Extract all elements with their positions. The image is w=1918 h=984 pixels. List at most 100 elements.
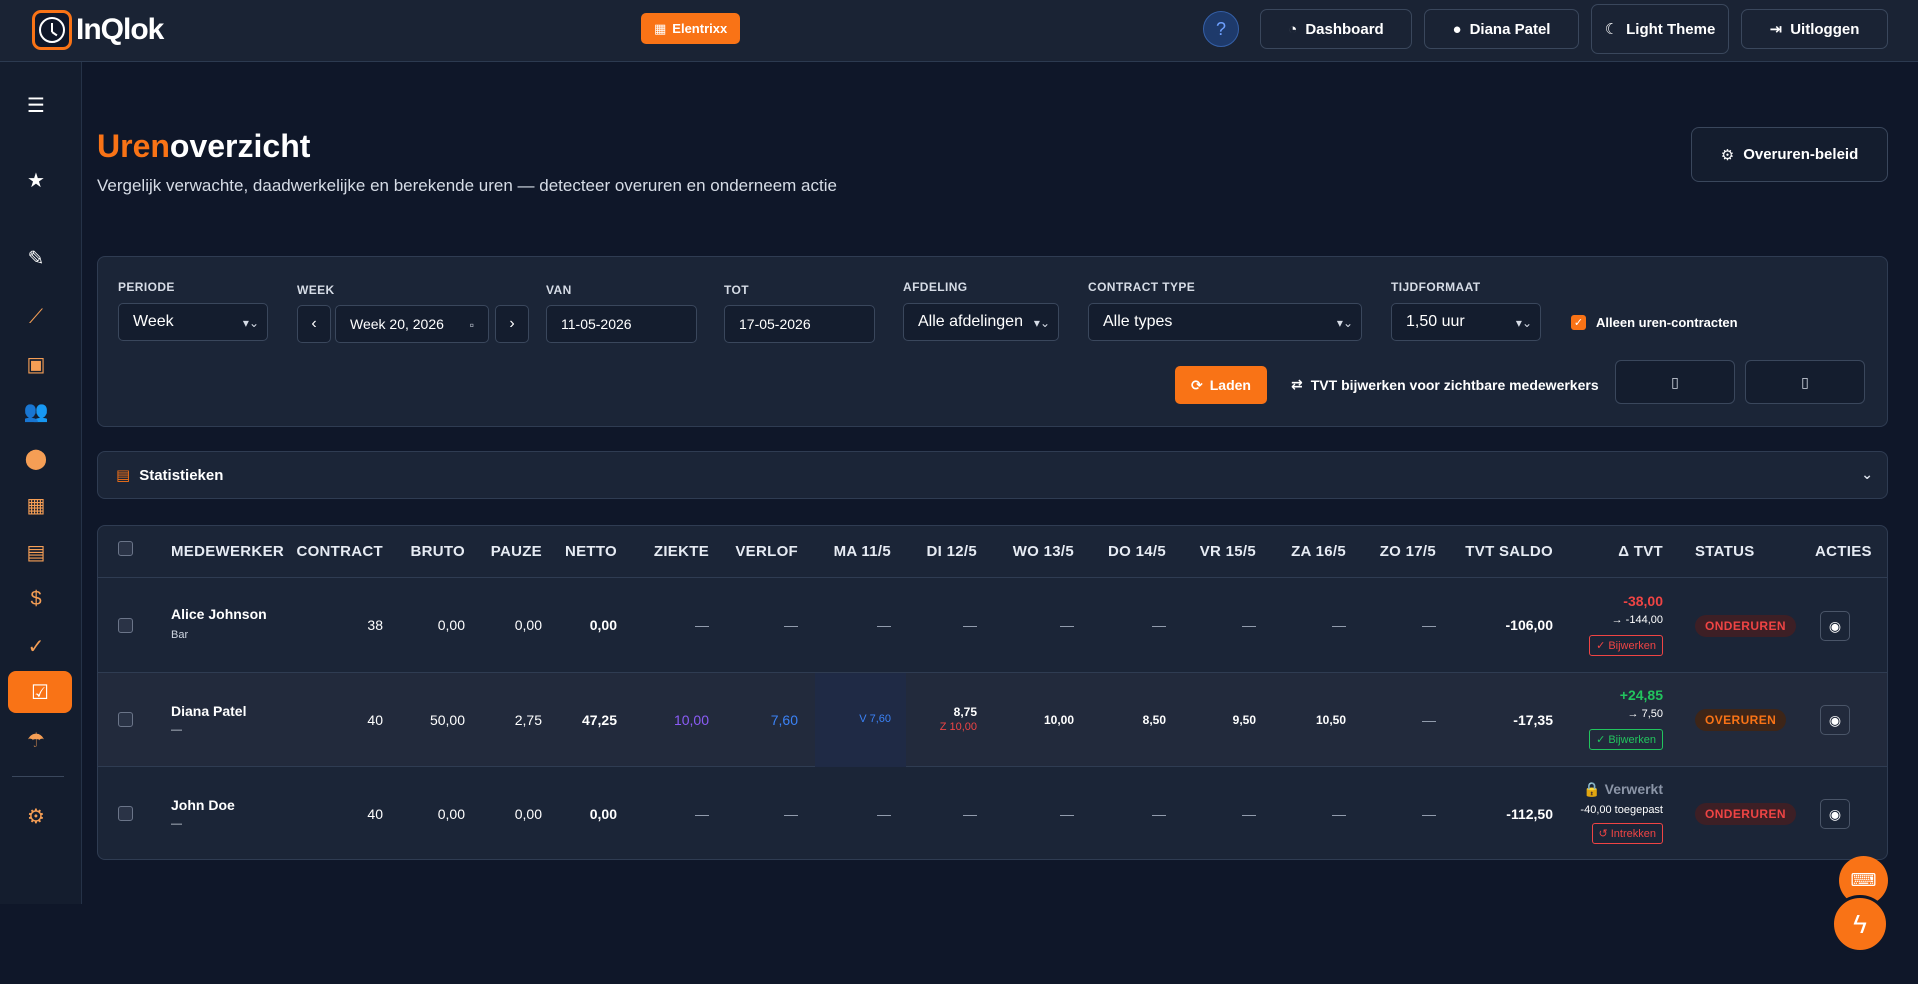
- th-contract[interactable]: CONTRACT: [296, 543, 383, 560]
- view-button[interactable]: ◉: [1820, 799, 1850, 829]
- export-csv-button[interactable]: ▯: [1615, 360, 1735, 404]
- revoke-button[interactable]: ↺ Intrekken: [1591, 823, 1663, 844]
- th-ziekte[interactable]: ZIEKTE: [654, 543, 709, 560]
- page-title: Urenoverzicht: [97, 128, 310, 165]
- th-di[interactable]: DI 12/5: [927, 543, 977, 560]
- row-checkbox[interactable]: [118, 618, 133, 633]
- cell-vr: —: [1242, 617, 1256, 633]
- cell-ziekte: —: [695, 806, 709, 822]
- week-input[interactable]: Week 20, 2026 ▫: [335, 305, 489, 343]
- check-double-icon[interactable]: ✓: [0, 626, 72, 666]
- clipboard-check-icon[interactable]: ☑: [8, 671, 72, 713]
- th-netto[interactable]: NETTO: [565, 543, 617, 560]
- keyboard-icon: ⌨: [1850, 870, 1877, 890]
- update-tvt-button[interactable]: ✓ Bijwerken: [1589, 635, 1663, 656]
- th-tvt-saldo[interactable]: TVT SALDO: [1465, 543, 1553, 560]
- export-pdf-button[interactable]: ▯: [1745, 360, 1865, 404]
- tvt-update-button[interactable]: ⇄ TVT bijwerken voor zichtbare medewerker…: [1291, 376, 1599, 393]
- cell-netto: 0,00: [589, 617, 617, 633]
- filter-panel: PERIODE Week ▾⌄ WEEK ‹ Week 20, 2026 ▫ › V…: [97, 256, 1888, 427]
- load-label: Laden: [1209, 377, 1251, 393]
- user-button[interactable]: ● Diana Patel: [1424, 9, 1579, 49]
- cell-verlof: 7,60: [770, 712, 798, 728]
- th-verlof[interactable]: VERLOF: [735, 543, 798, 560]
- tijdformaat-select[interactable]: 1,50 uur ▾⌄: [1391, 303, 1541, 341]
- users-icon[interactable]: 👥: [0, 391, 72, 431]
- th-acties[interactable]: ACTIES: [1815, 543, 1872, 560]
- gear-icon[interactable]: ⚙: [0, 796, 72, 836]
- star-icon[interactable]: ★: [0, 160, 72, 200]
- chart-line-icon[interactable]: ⟋: [0, 297, 72, 337]
- view-button[interactable]: ◉: [1820, 705, 1850, 735]
- calendar-icon[interactable]: ▦: [0, 485, 72, 525]
- moon-icon: ☾: [1604, 21, 1619, 38]
- th-bruto[interactable]: BRUTO: [410, 543, 465, 560]
- employee-name[interactable]: Diana Patel: [171, 703, 246, 719]
- next-week-button[interactable]: ›: [495, 305, 529, 343]
- prev-week-button[interactable]: ‹: [297, 305, 331, 343]
- building-icon: ▦: [654, 20, 667, 36]
- van-date-input[interactable]: 11-05-2026: [546, 305, 697, 343]
- only-hours-checkbox[interactable]: ✓: [1571, 315, 1586, 330]
- qr-icon[interactable]: ▣: [0, 344, 72, 384]
- contract-type-select[interactable]: Alle types ▾⌄: [1088, 303, 1362, 341]
- chevron-down-icon: ⌄: [1861, 466, 1873, 482]
- update-tvt-button[interactable]: ✓ Bijwerken: [1589, 729, 1663, 750]
- cell-zo: —: [1422, 806, 1436, 822]
- load-button[interactable]: ⟳ Laden: [1175, 366, 1267, 404]
- cell-tvt-saldo: -112,50: [1506, 806, 1553, 822]
- stats-collapsible[interactable]: ▤ Statistieken ⌄: [97, 451, 1888, 499]
- week-value: Week 20, 2026: [350, 316, 444, 332]
- cell-di: 8,75: [953, 705, 977, 719]
- cell-pauze: 0,00: [514, 806, 542, 822]
- chevron-down-icon: ▾⌄: [1033, 316, 1050, 330]
- tenant-badge[interactable]: ▦ Elentrixx: [641, 13, 741, 44]
- tot-date-input[interactable]: 17-05-2026: [724, 305, 875, 343]
- location-icon[interactable]: ⬤: [0, 438, 72, 478]
- logout-button[interactable]: ⇥ Uitloggen: [1741, 9, 1888, 49]
- th-za[interactable]: ZA 16/5: [1291, 543, 1346, 560]
- th-ma[interactable]: MA 11/5: [834, 543, 891, 560]
- cell-wo: 10,00: [1043, 713, 1074, 727]
- cell-pauze: 2,75: [514, 712, 542, 728]
- row-checkbox[interactable]: [118, 712, 133, 727]
- dashboard-button[interactable]: ◔ Dashboard: [1260, 9, 1412, 49]
- status-badge: OVERUREN: [1695, 709, 1787, 731]
- select-all-checkbox[interactable]: [118, 541, 133, 556]
- th-pauze[interactable]: PAUZE: [491, 543, 542, 560]
- chevron-down-icon: ▾⌄: [242, 316, 259, 330]
- th-zo[interactable]: ZO 17/5: [1380, 543, 1436, 560]
- th-vr[interactable]: VR 15/5: [1200, 543, 1256, 560]
- beach-umbrella-icon[interactable]: ☂: [0, 720, 72, 760]
- overtime-policy-button[interactable]: ⚙ Overuren-beleid: [1691, 127, 1888, 182]
- bar-chart-icon[interactable]: ▤: [0, 532, 72, 572]
- tijdformaat-label: TIJDFORMAAT: [1391, 280, 1481, 294]
- th-do[interactable]: DO 14/5: [1108, 543, 1166, 560]
- lightning-icon: ϟ: [1853, 908, 1867, 939]
- app-logo[interactable]: InQlok: [32, 10, 164, 50]
- cell-ma: V 7,60: [859, 713, 891, 725]
- chevron-down-icon: ▾⌄: [1515, 316, 1532, 330]
- cell-di: —: [963, 617, 977, 633]
- employee-name[interactable]: Alice Johnson: [171, 606, 267, 622]
- th-medewerker[interactable]: MEDEWERKER: [171, 543, 284, 560]
- cell-contract: 40: [367, 806, 383, 822]
- view-button[interactable]: ◉: [1820, 611, 1850, 641]
- employee-name[interactable]: John Doe: [171, 797, 235, 813]
- afdeling-select[interactable]: Alle afdelingen ▾⌄: [903, 303, 1059, 341]
- th-status[interactable]: STATUS: [1695, 543, 1755, 560]
- row-checkbox[interactable]: [118, 806, 133, 821]
- cell-za: —: [1332, 806, 1346, 822]
- van-value: 11-05-2026: [561, 316, 632, 332]
- menu-toggle-icon[interactable]: ☰: [0, 85, 72, 125]
- salary-icon[interactable]: $: [0, 579, 72, 619]
- theme-toggle-button[interactable]: ☾ Light Theme: [1591, 4, 1729, 54]
- afdeling-value: Alle afdelingen: [918, 313, 1023, 330]
- quick-action-fab[interactable]: ϟ: [1831, 895, 1889, 953]
- help-button[interactable]: ?: [1203, 11, 1239, 47]
- th-delta-tvt[interactable]: Δ TVT: [1618, 543, 1663, 560]
- periode-select[interactable]: Week ▾⌄: [118, 303, 268, 341]
- th-wo[interactable]: WO 13/5: [1013, 543, 1074, 560]
- update-label: Bijwerken: [1608, 639, 1656, 652]
- edit-icon[interactable]: ✎: [0, 238, 72, 278]
